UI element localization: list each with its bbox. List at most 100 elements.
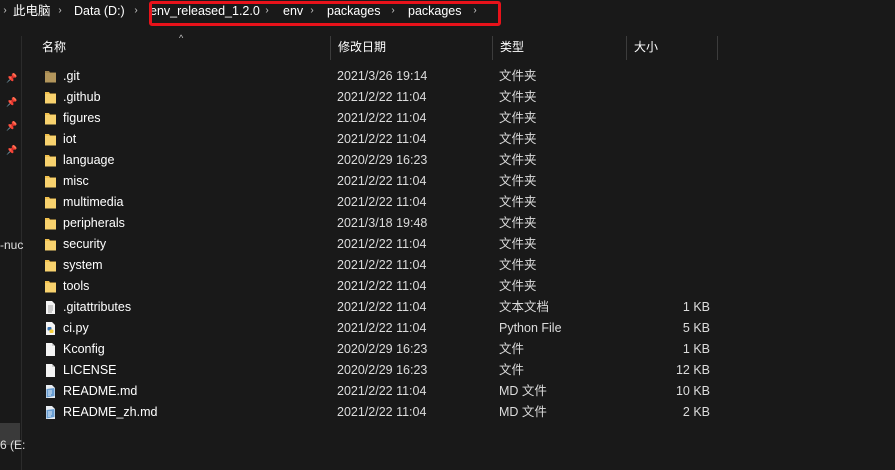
breadcrumb-this-pc[interactable]: 此电脑 [13, 4, 51, 19]
file-modified: 2021/2/22 11:04 [337, 111, 427, 125]
file-type: 文件夹 [499, 216, 537, 230]
file-modified: 2021/2/22 11:04 [337, 405, 427, 419]
file-modified: 2021/2/22 11:04 [337, 258, 427, 272]
file-modified: 2020/2/29 16:23 [337, 153, 428, 167]
folder-icon [44, 258, 57, 273]
file-row[interactable]: README_zh.md 2021/2/22 11:04 MD 文件 2 KB [22, 402, 895, 423]
chevron-right-icon[interactable]: › [131, 3, 141, 18]
file-name: .git [63, 69, 80, 83]
chevron-right-icon[interactable]: › [0, 3, 10, 18]
column-header-type[interactable]: 类型 [492, 36, 626, 60]
file-type: 文件夹 [499, 258, 537, 272]
file-name: LICENSE [63, 363, 117, 377]
file-row[interactable]: .github 2021/2/22 11:04 文件夹 [22, 87, 895, 108]
file-name: README_zh.md [63, 405, 158, 419]
file-row[interactable]: iot 2021/2/22 11:04 文件夹 [22, 129, 895, 150]
file-row[interactable]: README.md 2021/2/22 11:04 MD 文件 10 KB [22, 381, 895, 402]
file-row[interactable]: language 2020/2/29 16:23 文件夹 [22, 150, 895, 171]
breadcrumb-data-drive[interactable]: Data (D:) [74, 4, 125, 19]
folder-icon [44, 132, 57, 147]
file-row[interactable]: system 2021/2/22 11:04 文件夹 [22, 255, 895, 276]
chevron-right-icon[interactable]: › [55, 3, 65, 18]
file-modified: 2021/2/22 11:04 [337, 237, 427, 251]
pin-icon[interactable]: 📌 [6, 72, 18, 84]
address-bar[interactable]: › 此电脑 › Data (D:) › env_released_1.2.0 ›… [0, 0, 895, 26]
markdown-file-icon [44, 405, 57, 420]
file-size [630, 171, 710, 192]
file-modified: 2020/2/29 16:23 [337, 363, 428, 377]
file-row[interactable]: .gitattributes 2021/2/22 11:04 文本文档 1 KB [22, 297, 895, 318]
file-type: 文件夹 [499, 237, 537, 251]
file-name: ci.py [63, 321, 89, 335]
file-type: 文件夹 [499, 69, 537, 83]
file-name: README.md [63, 384, 138, 398]
file-size: 1 KB [682, 342, 710, 356]
folder-icon [44, 90, 57, 105]
file-modified: 2021/3/18 19:48 [337, 216, 428, 230]
python-file-icon [44, 321, 57, 336]
file-row[interactable]: misc 2021/2/22 11:04 文件夹 [22, 171, 895, 192]
pin-icon[interactable]: 📌 [6, 120, 18, 132]
blank-file-icon [44, 342, 57, 357]
file-row[interactable]: security 2021/2/22 11:04 文件夹 [22, 234, 895, 255]
file-size: 2 KB [682, 405, 710, 419]
column-header-row: ^ 名称 修改日期 类型 大小 [22, 33, 895, 60]
file-name: figures [63, 111, 101, 125]
file-modified: 2021/2/22 11:04 [337, 174, 427, 188]
file-name: multimedia [63, 195, 124, 209]
file-type: 文件夹 [499, 153, 537, 167]
pin-icon[interactable]: 📌 [6, 144, 18, 156]
file-type: 文件夹 [499, 111, 537, 125]
file-type: 文件 [499, 363, 525, 377]
file-modified: 2021/2/22 11:04 [337, 321, 427, 335]
file-size: 1 KB [682, 300, 710, 314]
file-row[interactable]: peripherals 2021/3/18 19:48 文件夹 [22, 213, 895, 234]
folder-icon [44, 153, 57, 168]
file-name: tools [63, 279, 90, 293]
file-modified: 2021/2/22 11:04 [337, 384, 427, 398]
file-size [630, 87, 710, 108]
file-name: iot [63, 132, 77, 146]
file-row[interactable]: multimedia 2021/2/22 11:04 文件夹 [22, 192, 895, 213]
file-type: 文件夹 [499, 90, 537, 104]
pin-icon[interactable]: 📌 [6, 96, 18, 108]
file-row[interactable]: tools 2021/2/22 11:04 文件夹 [22, 276, 895, 297]
file-size [630, 234, 710, 255]
column-divider[interactable] [717, 36, 718, 60]
file-size [630, 66, 710, 87]
file-size [630, 150, 710, 171]
file-row[interactable]: LICENSE 2020/2/29 16:23 文件 12 KB [22, 360, 895, 381]
column-header-name[interactable]: 名称 [34, 36, 330, 60]
file-type: 文本文档 [499, 300, 550, 314]
file-name: security [63, 237, 107, 251]
file-type: 文件 [499, 342, 525, 356]
file-modified: 2021/2/22 11:04 [337, 132, 427, 146]
file-size: 10 KB [675, 384, 710, 398]
file-modified: 2021/2/22 11:04 [337, 90, 427, 104]
file-row[interactable]: Kconfig 2020/2/29 16:23 文件 1 KB [22, 339, 895, 360]
nav-item-nuc[interactable]: -nuc [0, 238, 23, 252]
file-name: .github [63, 90, 101, 104]
file-size [630, 276, 710, 297]
column-header-size[interactable]: 大小 [626, 36, 717, 60]
column-header-modified[interactable]: 修改日期 [330, 36, 492, 60]
file-name: .gitattributes [63, 300, 132, 314]
text-file-icon [44, 300, 57, 315]
file-name: Kconfig [63, 342, 105, 356]
file-type: 文件夹 [499, 174, 537, 188]
file-row[interactable]: .git 2021/3/26 19:14 文件夹 [22, 66, 895, 87]
file-name: peripherals [63, 216, 125, 230]
folder-icon [44, 216, 57, 231]
file-row[interactable]: ci.py 2021/2/22 11:04 Python File 5 KB [22, 318, 895, 339]
file-row[interactable]: figures 2021/2/22 11:04 文件夹 [22, 108, 895, 129]
file-modified: 2021/2/22 11:04 [337, 279, 427, 293]
nav-item-drive-e[interactable]: 6 (E: [0, 438, 25, 452]
highlight-box [149, 1, 501, 26]
navigation-pane[interactable]: 📌 📌 📌 📌 -nuc 6 (E: [0, 36, 25, 470]
file-modified: 2021/2/22 11:04 [337, 300, 427, 314]
folder-icon [44, 195, 57, 210]
file-list[interactable]: .git 2021/3/26 19:14 文件夹 .github 2021/2/22 1… [22, 66, 895, 423]
git-folder-icon [44, 69, 57, 84]
file-size [630, 129, 710, 150]
file-type: Python File [499, 321, 562, 335]
